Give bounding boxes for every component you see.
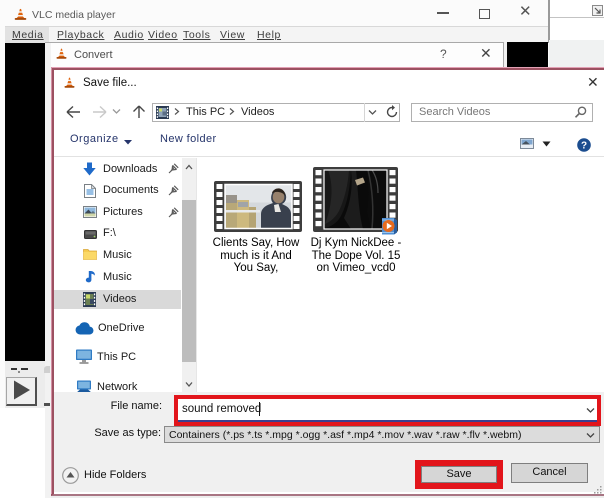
svg-text:?: ? [581, 141, 587, 152]
